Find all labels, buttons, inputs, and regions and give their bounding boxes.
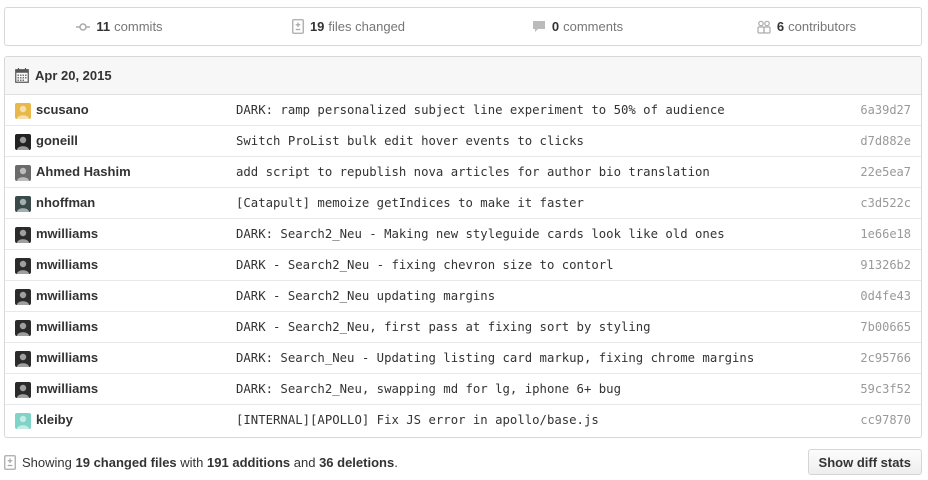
commit-sha-link[interactable]: 22e5ea7 — [860, 165, 911, 179]
organization-icon — [757, 20, 771, 34]
calendar-icon — [15, 68, 29, 83]
commit-message-link[interactable]: DARK: Search_Neu - Updating listing card… — [236, 351, 754, 365]
avatar-icon — [17, 384, 29, 398]
commit-list: scusano DARK: ramp personalized subject l… — [5, 95, 921, 436]
diff-summary-prefix: Showing — [22, 454, 72, 470]
commit-message-link[interactable]: Switch ProList bulk edit hover events to… — [236, 134, 584, 148]
avatar-icon — [17, 260, 29, 274]
commit-row: mwilliams DARK: Search2_Neu, swapping md … — [5, 374, 921, 405]
commit-message-link[interactable]: DARK - Search2_Neu updating margins — [236, 289, 495, 303]
avatar-icon — [17, 322, 29, 336]
diff-summary-period: . — [394, 454, 398, 470]
avatar-icon — [17, 353, 29, 367]
avatar[interactable] — [15, 258, 31, 274]
commits-number: 11 — [96, 19, 111, 34]
diff-summary-files: 19 changed files — [75, 454, 177, 470]
avatar[interactable] — [15, 103, 31, 119]
commit-row: mwilliams DARK - Search2_Neu - fixing che… — [5, 250, 921, 281]
commit-message-link[interactable]: [Catapult] memoize getIndices to make it… — [236, 196, 584, 210]
diff-summary-text: Showing 19 changed files with 191 additi… — [4, 455, 398, 470]
show-diff-stats-button[interactable]: Show diff stats — [807, 449, 922, 475]
commit-row: mwilliams DARK: Search2_Neu - Making new … — [5, 219, 921, 250]
commit-author-link[interactable]: Ahmed Hashim — [36, 164, 131, 179]
commit-row: mwilliams DARK - Search2_Neu, first pass … — [5, 312, 921, 343]
commit-message-link[interactable]: DARK - Search2_Neu - fixing chevron size… — [236, 258, 614, 272]
file-diff-icon — [4, 454, 16, 470]
avatar[interactable] — [15, 165, 31, 181]
commit-icon — [76, 22, 91, 31]
commit-author-link[interactable]: goneill — [36, 133, 78, 148]
avatar[interactable] — [15, 227, 31, 243]
commit-message-link[interactable]: DARK - Search2_Neu, first pass at fixing… — [236, 320, 651, 334]
diff-summary-deletions: 36 deletions — [319, 454, 395, 470]
file-diff-icon — [292, 19, 304, 34]
commit-row: Ahmed Hashim add script to republish nova… — [5, 157, 921, 188]
commit-author-link[interactable]: mwilliams — [36, 350, 98, 365]
avatar-icon — [17, 105, 29, 119]
commit-sha-link[interactable]: 2c95766 — [860, 351, 911, 365]
comments-label: comments — [563, 19, 624, 34]
commit-sha-link[interactable]: d7d882e — [860, 134, 911, 148]
commit-author-link[interactable]: mwilliams — [36, 381, 98, 396]
commit-sha-link[interactable]: 0d4fe43 — [860, 289, 911, 303]
contributors-number: 6 — [776, 19, 785, 34]
commit-sha-link[interactable]: 6a39d27 — [860, 103, 911, 117]
commit-author-link[interactable]: mwilliams — [36, 288, 98, 303]
commit-message-link[interactable]: DARK: ramp personalized subject line exp… — [236, 103, 725, 117]
avatar[interactable] — [15, 351, 31, 367]
commit-author-link[interactable]: nhoffman — [36, 195, 95, 210]
commit-author-link[interactable]: scusano — [36, 102, 89, 117]
commit-author-link[interactable]: mwilliams — [36, 257, 98, 272]
commit-message-link[interactable]: add script to republish nova articles fo… — [236, 165, 710, 179]
avatar-icon — [17, 291, 29, 305]
commit-group: Apr 20, 2015 scusano DARK: ramp personali… — [4, 56, 922, 438]
commit-author-link[interactable]: mwilliams — [36, 226, 98, 241]
commits-label: commits — [114, 19, 163, 34]
comments-number: 0 — [551, 19, 560, 34]
avatar-icon — [17, 229, 29, 243]
commit-row: kleiby [INTERNAL][APOLLO] Fix JS error in… — [5, 405, 921, 436]
commit-row: scusano DARK: ramp personalized subject l… — [5, 95, 921, 126]
commit-sha-link[interactable]: 7b00665 — [860, 320, 911, 334]
commit-message-link[interactable]: DARK: Search2_Neu - Making new styleguid… — [236, 227, 725, 241]
commits-count[interactable]: 11 commits — [5, 8, 234, 45]
contributors-label: contributors — [788, 19, 857, 34]
commit-row: mwilliams DARK - Search2_Neu updating mar… — [5, 281, 921, 312]
commit-sha-link[interactable]: 91326b2 — [860, 258, 911, 272]
commit-summary-bar: 11 commits 19 files changed 0 comments 6… — [4, 7, 922, 46]
diff-summary-additions: 191 additions — [207, 454, 291, 470]
avatar[interactable] — [15, 382, 31, 398]
avatar-icon — [17, 415, 29, 429]
avatar[interactable] — [15, 134, 31, 150]
diff-footer: Showing 19 changed files with 191 additi… — [4, 449, 922, 475]
commit-message-link[interactable]: DARK: Search2_Neu, swapping md for lg, i… — [236, 382, 621, 396]
diff-summary-with: with — [180, 454, 204, 470]
commit-row: mwilliams DARK: Search_Neu - Updating lis… — [5, 343, 921, 374]
contributors-count[interactable]: 6 contributors — [692, 8, 921, 45]
commit-sha-link[interactable]: 59c3f52 — [860, 382, 911, 396]
commit-sha-link[interactable]: c3d522c — [860, 196, 911, 210]
commit-group-date: Apr 20, 2015 — [35, 68, 112, 83]
avatar-icon — [17, 167, 29, 181]
commit-row: nhoffman [Catapult] memoize getIndices to… — [5, 188, 921, 219]
commit-row: goneill Switch ProList bulk edit hover ev… — [5, 126, 921, 157]
commit-sha-link[interactable]: cc97870 — [860, 413, 911, 427]
avatar[interactable] — [15, 289, 31, 305]
avatar-icon — [17, 136, 29, 150]
comments-count[interactable]: 0 comments — [463, 8, 692, 45]
commit-sha-link[interactable]: 1e66e18 — [860, 227, 911, 241]
avatar[interactable] — [15, 413, 31, 429]
avatar[interactable] — [15, 320, 31, 336]
commit-author-link[interactable]: kleiby — [36, 412, 73, 427]
files-number: 19 — [309, 19, 325, 34]
commit-group-header: Apr 20, 2015 — [5, 57, 921, 95]
comment-icon — [532, 21, 545, 32]
avatar-icon — [17, 198, 29, 212]
commit-author-link[interactable]: mwilliams — [36, 319, 98, 334]
commit-message-link[interactable]: [INTERNAL][APOLLO] Fix JS error in apoll… — [236, 413, 599, 427]
avatar[interactable] — [15, 196, 31, 212]
files-label: files changed — [328, 19, 406, 34]
diff-summary-and: and — [293, 454, 316, 470]
files-changed-count[interactable]: 19 files changed — [234, 8, 463, 45]
